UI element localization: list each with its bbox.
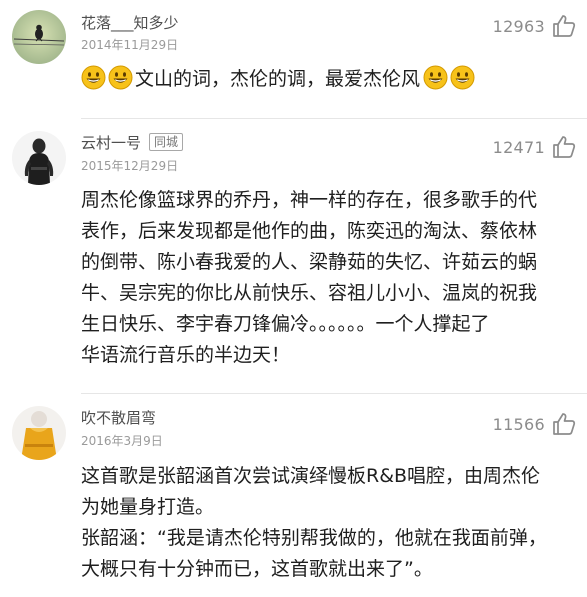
comment-text-line: 这首歌是张韶涵首次尝试演绎慢板R&B唱腔，由周杰伦 (81, 465, 541, 487)
like-button[interactable]: 12963 (493, 12, 577, 40)
comment-text-line: 大概只有十分钟而已，这首歌就出来了”。 (81, 558, 433, 580)
like-button[interactable]: 11566 (493, 410, 577, 438)
comment-text-line: 表作，后来发现都是他作的曲，陈奕迅的淘汰、蔡依林 (81, 220, 538, 242)
grinning-face-icon (423, 65, 448, 90)
location-badge: 同城 (149, 133, 184, 151)
grinning-face-icon (108, 65, 133, 90)
comment-item: 吹不散眉弯 2016年3月9日 11566 这首歌是张韶涵首次尝试演绎慢板R&B… (0, 394, 587, 597)
comment-text: 文山的词，杰伦的调，最爱杰伦风 (81, 64, 581, 95)
like-count: 12963 (492, 16, 545, 36)
comment-text-line: 文山的词，杰伦的调，最爱杰伦风 (81, 64, 581, 95)
thumbs-up-icon[interactable] (551, 13, 577, 39)
comments-page: 花落___知多少 2014年11月29日 12963 文山的词，杰伦的调，最爱杰… (0, 0, 587, 597)
comment-item: 云村一号 同城 2015年12月29日 12471 周杰伦像篮球界的乔丹，神一样的… (0, 119, 587, 389)
username[interactable]: 云村一号 同城 (81, 133, 184, 153)
username[interactable]: 花落___知多少 (81, 13, 179, 33)
comment-text: 周杰伦像篮球界的乔丹，神一样的存在，很多歌手的代 表作，后来发现都是他作的曲，陈… (81, 185, 581, 371)
thumbs-up-icon[interactable] (551, 134, 577, 160)
comment-text-line: 华语流行音乐的半边天！ (81, 344, 291, 366)
comment-text-line: 生日快乐、李宇春刀锋偏冷。。。。。。一个人撑起了 (81, 313, 490, 335)
comment-date: 2014年11月29日 (81, 38, 179, 52)
comment-text: 这首歌是张韶涵首次尝试演绎慢板R&B唱腔，由周杰伦 为她量身打造。 张韶涵：“我… (81, 461, 581, 585)
comment-item: 花落___知多少 2014年11月29日 12963 文山的词，杰伦的调，最爱杰… (0, 0, 587, 110)
grinning-face-icon (450, 65, 475, 90)
comment-text-line: 牛、吴宗宪的你比从前快乐、容祖儿小小、温岚的祝我 (81, 282, 538, 304)
username[interactable]: 吹不散眉弯 (81, 408, 156, 428)
comment-text-line: 张韶涵：“我是请杰伦特别帮我做的，他就在我面前弹， (81, 527, 547, 549)
like-count: 11566 (492, 414, 545, 434)
username-text[interactable]: 云村一号 (81, 134, 141, 152)
comment-date: 2015年12月29日 (81, 159, 179, 173)
like-count: 12471 (492, 137, 545, 157)
avatar[interactable] (12, 406, 66, 460)
like-button[interactable]: 12471 (493, 133, 577, 161)
comment-text-line: 为她量身打造。 (81, 496, 215, 518)
comment-text-line: 的倒带、陈小春我爱的人、梁静茹的失忆、许茹云的蜗 (81, 251, 538, 273)
thumbs-up-icon[interactable] (551, 411, 577, 437)
avatar[interactable] (12, 131, 66, 185)
comment-date: 2016年3月9日 (81, 434, 163, 448)
grinning-face-icon (81, 65, 106, 90)
comment-text-line: 周杰伦像篮球界的乔丹，神一样的存在，很多歌手的代 (81, 189, 538, 211)
avatar[interactable] (12, 10, 66, 64)
comment-text-body: 文山的词，杰伦的调，最爱杰伦风 (135, 68, 421, 90)
